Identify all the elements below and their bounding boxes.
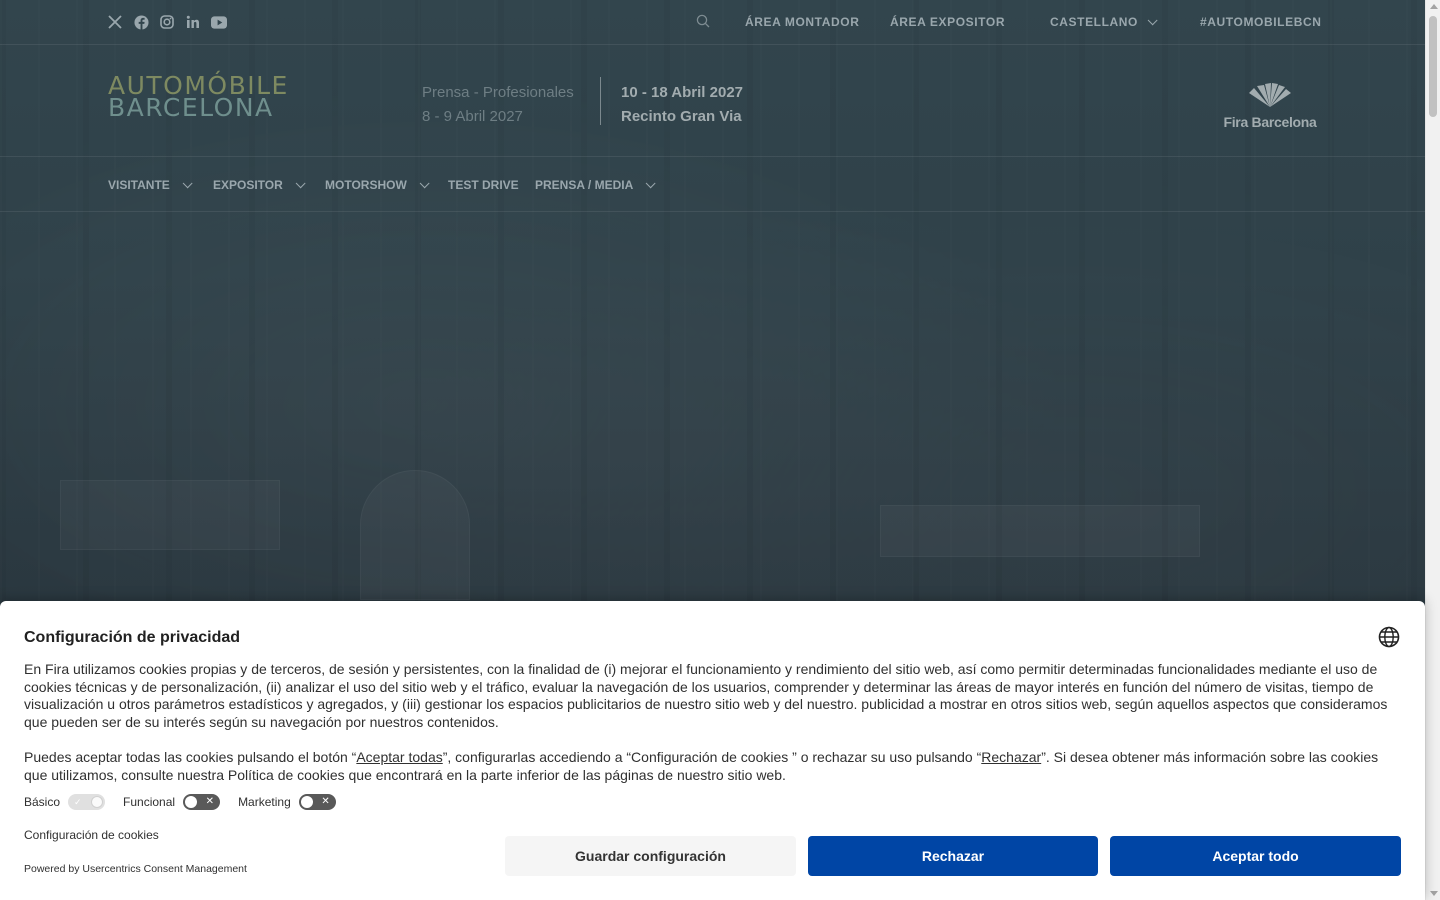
cookie-title: Configuración de privacidad [24, 629, 241, 646]
hashtag-link[interactable]: #AUTOMOBILEBCN [1200, 15, 1322, 29]
top-bar: ÁREA MONTADOR ÁREA EXPOSITOR CASTELLANO … [0, 0, 1425, 45]
linkedin-icon[interactable] [185, 14, 201, 30]
nav-test-drive[interactable]: TEST DRIVE [448, 178, 519, 192]
nav-expositor[interactable]: EXPOSITOR [213, 177, 306, 192]
press-dates: 8 - 9 Abril 2027 [422, 108, 523, 125]
cookie-instructions-a: Puedes aceptar todas las cookies pulsand… [24, 749, 357, 765]
nav-prensa-media[interactable]: PRENSA / MEDIA [535, 177, 656, 192]
toggle-knob [91, 796, 104, 808]
nav-motorshow-label: MOTORSHOW [325, 178, 407, 192]
automobile-barcelona-logo[interactable]: AUTOMÓBILE BARCELONA [108, 73, 289, 122]
save-settings-button[interactable]: Guardar configuración [505, 836, 796, 876]
toggle-marketing[interactable]: ✕ [298, 794, 336, 810]
accept-all-link[interactable]: Aceptar todas [356, 749, 442, 765]
page-scrollbar[interactable] [1425, 0, 1440, 900]
chevron-down-icon [645, 177, 656, 188]
logo-line-2: BARCELONA [108, 93, 274, 122]
fira-barcelona-logo[interactable]: Fira Barcelona [1222, 83, 1318, 130]
chevron-down-icon [182, 177, 193, 188]
toggle-functional[interactable]: ✕ [183, 794, 221, 810]
toggle-knob [300, 796, 313, 808]
accept-all-button[interactable]: Aceptar todo [1110, 836, 1401, 876]
language-label: CASTELLANO [1050, 15, 1138, 29]
scroll-up-arrow-icon[interactable] [1430, 4, 1438, 9]
hero-background-sign-left [60, 480, 280, 550]
venue: Recinto Gran Via [621, 108, 742, 125]
brand-header: AUTOMÓBILE BARCELONA Prensa - Profesiona… [0, 45, 1425, 157]
nav-motorshow[interactable]: MOTORSHOW [325, 177, 430, 192]
area-montador-link[interactable]: ÁREA MONTADOR [745, 15, 859, 29]
toggle-marketing-label: Marketing [238, 795, 291, 809]
fira-fan-icon [1249, 83, 1291, 107]
dates-divider [600, 77, 601, 125]
search-icon[interactable] [696, 14, 710, 28]
facebook-icon[interactable] [133, 14, 149, 30]
scroll-down-arrow-icon[interactable] [1430, 891, 1438, 896]
toggle-basic: ✓ [68, 794, 106, 810]
youtube-icon[interactable] [211, 14, 227, 30]
public-dates: 10 - 18 Abril 2027 [621, 84, 744, 101]
nav-visitante[interactable]: VISITANTE [108, 177, 193, 192]
scroll-thumb[interactable] [1429, 16, 1437, 117]
cookie-category-toggles: Básico ✓ Funcional ✕ Marketing ✕ [24, 794, 354, 810]
close-icon: ✕ [321, 796, 330, 807]
nav-expositor-label: EXPOSITOR [213, 178, 283, 192]
public-dates-block: 10 - 18 Abril 2027 Recinto Gran Via [621, 81, 743, 129]
area-expositor-link[interactable]: ÁREA EXPOSITOR [890, 15, 1005, 29]
globe-icon[interactable] [1378, 626, 1400, 648]
language-selector[interactable]: CASTELLANO [1050, 14, 1158, 29]
chevron-down-icon [295, 177, 306, 188]
fira-name: Fira Barcelona [1223, 114, 1317, 130]
toggle-knob [185, 796, 198, 808]
chevron-down-icon [419, 177, 430, 188]
toggle-basic-label: Básico [24, 795, 61, 809]
reject-link[interactable]: Rechazar [981, 749, 1041, 765]
cookie-instructions-b: ”, configurarlas accediendo a “Configura… [442, 749, 982, 765]
x-icon[interactable] [107, 14, 123, 30]
close-icon: ✕ [205, 796, 215, 807]
hero-background-arch [360, 470, 470, 600]
chevron-down-icon [1147, 14, 1158, 25]
cookie-description: En Fira utilizamos cookies propias y de … [24, 661, 1388, 730]
powered-by-text[interactable]: Powered by Usercentrics Consent Manageme… [24, 863, 247, 875]
social-links [107, 14, 227, 30]
main-nav: VISITANTE EXPOSITOR MOTORSHOW TEST DRIVE… [0, 157, 1425, 212]
instagram-icon[interactable] [159, 14, 175, 30]
nav-test-drive-label: TEST DRIVE [448, 178, 519, 192]
press-label: Prensa - Profesionales [422, 84, 574, 101]
cookie-instructions: Puedes aceptar todas las cookies pulsand… [24, 749, 1404, 784]
nav-visitante-label: VISITANTE [108, 178, 170, 192]
press-dates-block: Prensa - Profesionales 8 - 9 Abril 2027 [422, 81, 574, 129]
toggle-functional-label: Funcional [123, 795, 176, 809]
hero-background-sign [880, 505, 1200, 557]
check-icon: ✓ [74, 797, 82, 807]
nav-prensa-label: PRENSA / MEDIA [535, 178, 634, 192]
cookie-consent-banner: Configuración de privacidad En Fira util… [0, 601, 1425, 900]
reject-button[interactable]: Rechazar [808, 836, 1098, 876]
cookie-settings-link[interactable]: Configuración de cookies [24, 828, 159, 842]
